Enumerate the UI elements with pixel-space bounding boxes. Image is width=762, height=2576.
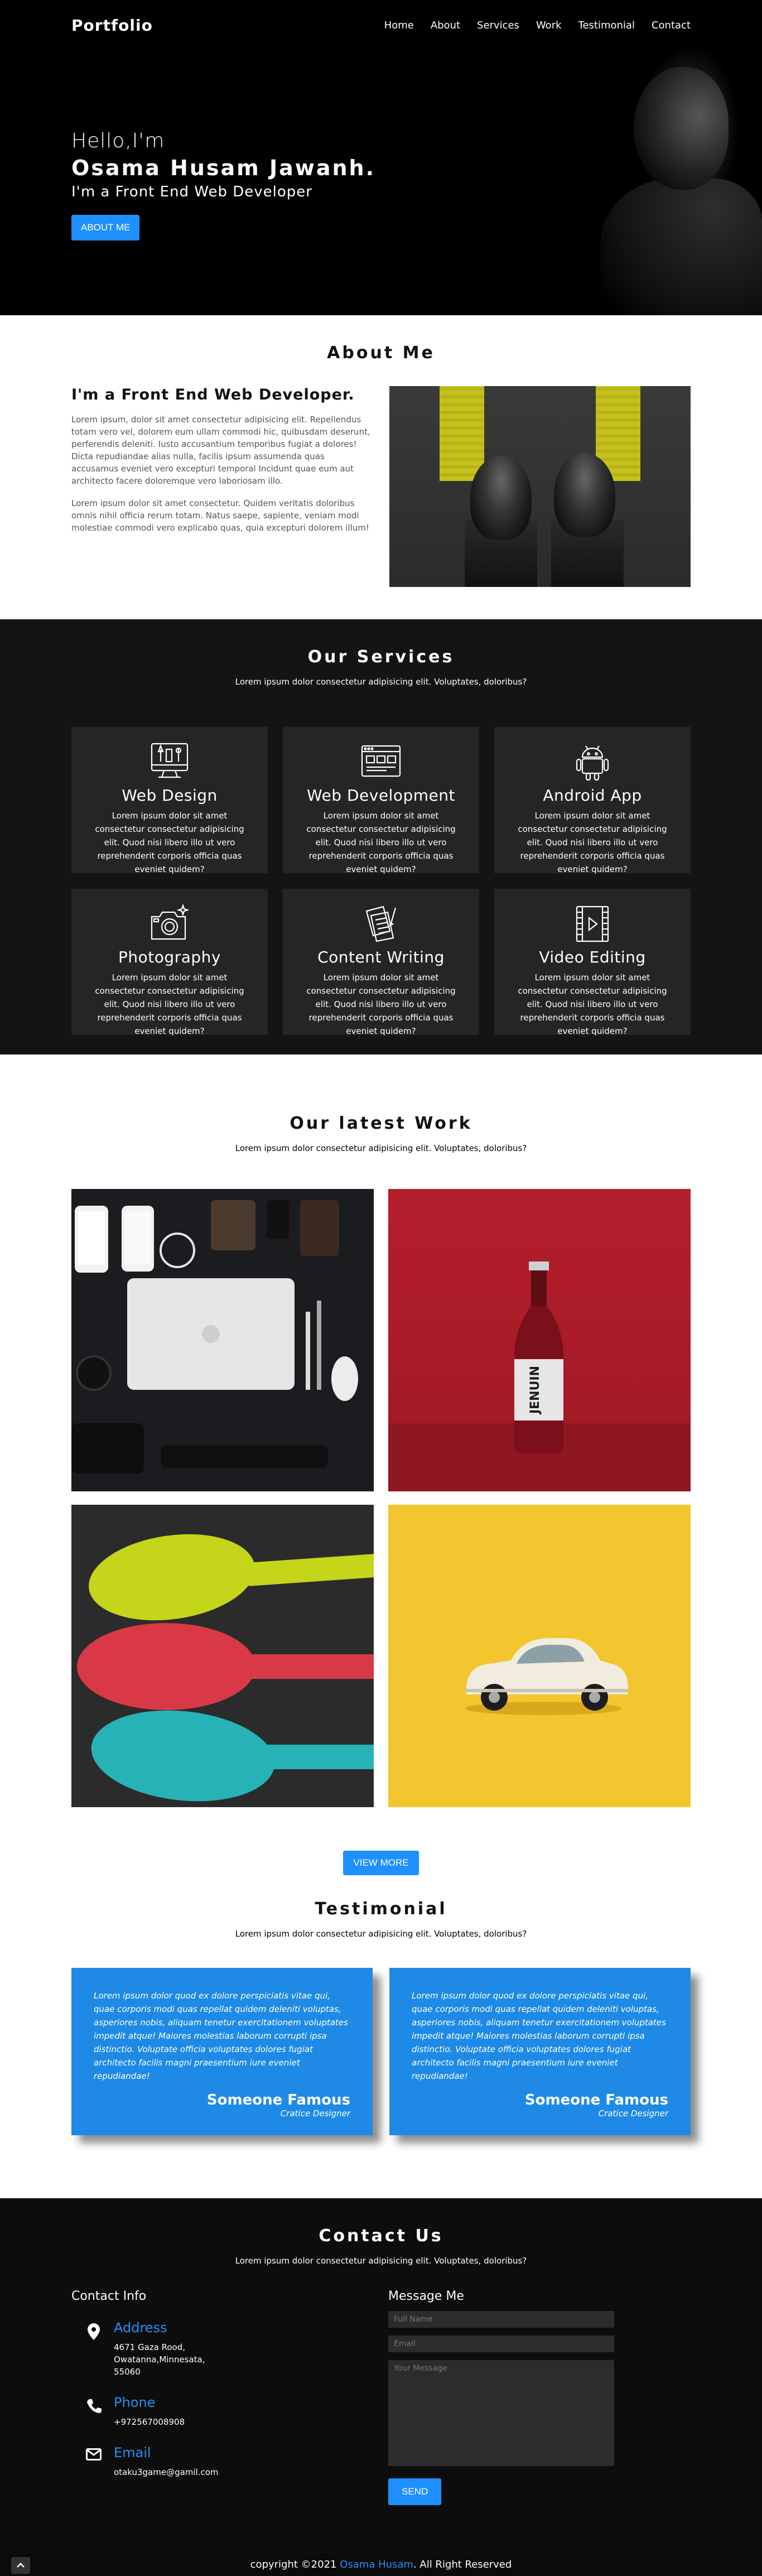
nav-link-work[interactable]: Work xyxy=(536,20,562,31)
chevron-up-icon xyxy=(17,2563,25,2568)
testimonial-card: Lorem ipsum dolor quod ex dolore perspic… xyxy=(71,1968,373,2135)
logo[interactable]: Portfolio xyxy=(71,16,153,35)
about-paragraph: Lorem ipsum dolor sit amet consectetur. … xyxy=(71,498,369,533)
nav-link-testimonial[interactable]: Testimonial xyxy=(578,20,635,31)
service-text: Lorem ipsum dolor sit amet consectetur c… xyxy=(306,972,456,1036)
contact-title: Contact Us xyxy=(319,2226,443,2246)
hero-role: I'm a Front End Web Developer xyxy=(71,184,312,200)
contact-email: Email otaku3game@gamil.com xyxy=(71,2445,374,2478)
contact-subtitle: Lorem ipsum dolor consectetur adipisicin… xyxy=(235,2256,527,2266)
contact-section: Contact Us Lorem ipsum dolor consectetur… xyxy=(0,2198,762,2554)
service-card-photography: Photography Lorem ipsum dolor sit amet c… xyxy=(71,889,268,1036)
service-title: Web Design xyxy=(122,786,218,805)
phone-icon xyxy=(83,2395,105,2417)
nav-menu: Home About Services Work Testimonial Con… xyxy=(384,20,691,31)
service-title: Android App xyxy=(543,786,642,805)
email-label: Email xyxy=(114,2445,151,2461)
phone-label: Phone xyxy=(114,2395,156,2410)
hero-name: Osama Husam Jawanh. xyxy=(71,156,376,180)
email-text: otaku3game@gamil.com xyxy=(114,2467,219,2477)
contact-info-heading: Contact Info xyxy=(71,2289,147,2303)
service-card-content-writing: Content Writing Lorem ipsum dolor sit am… xyxy=(283,889,479,1036)
work-item-toy-car[interactable] xyxy=(388,1505,691,1807)
navbar: Portfolio Home About Services Work Testi… xyxy=(0,0,762,50)
services-subtitle: Lorem ipsum dolor consectetur adipisicin… xyxy=(235,677,527,687)
web-design-icon xyxy=(151,743,189,778)
testimonial-quote: Lorem ipsum dolor quod ex dolore perspic… xyxy=(412,1991,666,2081)
message-textarea[interactable] xyxy=(388,2360,614,2466)
work-title: Our latest Work xyxy=(290,1114,472,1133)
service-title: Content Writing xyxy=(317,948,445,966)
about-me-button[interactable]: ABOUT ME xyxy=(71,215,140,240)
service-title: Photography xyxy=(118,948,221,966)
nav-link-about[interactable]: About xyxy=(431,20,460,31)
service-card-android-app: Android App Lorem ipsum dolor sit amet c… xyxy=(494,727,691,874)
web-development-icon xyxy=(361,745,401,777)
work-item-bottle[interactable]: JENUIN xyxy=(388,1189,691,1491)
envelope-icon xyxy=(83,2445,105,2467)
service-card-web-design: Web Design Lorem ipsum dolor sit amet co… xyxy=(71,727,268,874)
nav-link-contact[interactable]: Contact xyxy=(652,20,691,31)
service-card-video-editing: Video Editing Lorem ipsum dolor sit amet… xyxy=(494,889,691,1036)
phone-text: +972567008908 xyxy=(114,2417,185,2427)
testimonial-quote: Lorem ipsum dolor quod ex dolore perspic… xyxy=(94,1991,348,2081)
scroll-to-top-button[interactable] xyxy=(11,2557,30,2574)
send-button[interactable]: SEND xyxy=(388,2478,442,2505)
message-heading: Message Me xyxy=(388,2289,464,2303)
testimonial-card: Lorem ipsum dolor quod ex dolore perspic… xyxy=(389,1968,691,2135)
copyright-prefix: copyright ©2021 xyxy=(250,2559,340,2570)
testimonial-subtitle: Lorem ipsum dolor consectetur adipisicin… xyxy=(235,1929,527,1939)
footer-author-link[interactable]: Osama Husam xyxy=(340,2559,413,2570)
nav-link-services[interactable]: Services xyxy=(477,20,519,31)
testimonial-title: Testimonial xyxy=(315,1899,447,1919)
view-more-button[interactable]: VIEW MORE xyxy=(343,1851,419,1875)
full-name-input[interactable] xyxy=(388,2311,614,2328)
about-shoes-image xyxy=(389,386,691,587)
testimonial-job: Cratice Designer xyxy=(598,2108,668,2118)
content-writing-icon xyxy=(365,906,397,942)
service-title: Web Development xyxy=(307,786,455,805)
android-icon xyxy=(576,745,609,781)
copyright-suffix: . All Right Reserved xyxy=(413,2559,512,2570)
hero-section: Portfolio Home About Services Work Testi… xyxy=(0,0,762,315)
about-section: About Me I'm a Front End Web Developer. … xyxy=(0,315,762,619)
service-title: Video Editing xyxy=(539,948,646,966)
bottle-label: JENUIN xyxy=(528,1366,542,1415)
service-card-web-development: Web Development Lorem ipsum dolor sit am… xyxy=(283,727,479,874)
service-text: Lorem ipsum dolor sit amet consectetur c… xyxy=(95,811,244,874)
nav-link-home[interactable]: Home xyxy=(384,20,414,31)
service-text: Lorem ipsum dolor sit amet consectetur c… xyxy=(518,972,667,1036)
map-marker-icon xyxy=(83,2320,105,2342)
hero-greeting: Hello,I'm xyxy=(71,129,165,152)
testimonial-job: Cratice Designer xyxy=(280,2108,350,2118)
contact-phone: Phone +972567008908 xyxy=(71,2395,374,2428)
footer: copyright ©2021 Osama Husam. All Right R… xyxy=(0,2554,762,2576)
contact-address: Address 4671 Gaza Rood, Owatanna,Minnesa… xyxy=(71,2320,374,2378)
work-section: Our latest Work Lorem ipsum dolor consec… xyxy=(0,1055,762,1891)
address-text: 4671 Gaza Rood, Owatanna,Minnesata, 5506… xyxy=(114,2342,205,2377)
address-label: Address xyxy=(114,2320,167,2336)
services-section: Our Services Lorem ipsum dolor consectet… xyxy=(0,619,762,1055)
testimonial-author: Someone Famous xyxy=(524,2092,668,2108)
testimonial-section: Testimonial Lorem ipsum dolor consectetu… xyxy=(0,1891,762,2198)
about-paragraph: Lorem ipsum, dolor sit amet consectetur … xyxy=(71,415,370,486)
email-input[interactable] xyxy=(388,2336,614,2352)
work-subtitle: Lorem ipsum dolor consectetur adipisicin… xyxy=(235,1143,527,1153)
about-heading: I'm a Front End Web Developer. xyxy=(71,386,355,403)
services-title: Our Services xyxy=(307,647,455,667)
testimonial-author: Someone Famous xyxy=(206,2092,350,2108)
service-text: Lorem ipsum dolor sit amet consectetur c… xyxy=(518,811,667,874)
message-form: Message Me SEND xyxy=(388,2289,691,2505)
work-item-desk-gadgets[interactable] xyxy=(71,1189,374,1491)
contact-info: Contact Info Address 4671 Gaza Rood, Owa… xyxy=(71,2289,374,2505)
service-text: Lorem ipsum dolor sit amet consectetur c… xyxy=(306,811,456,874)
video-editing-icon xyxy=(576,906,609,942)
service-text: Lorem ipsum dolor sit amet consectetur c… xyxy=(95,972,244,1036)
camera-icon xyxy=(151,903,190,940)
about-title: About Me xyxy=(327,343,435,363)
hero-intro: Hello,I'm Osama Husam Jawanh. I'm a Fron… xyxy=(71,129,375,240)
work-item-spoons[interactable] xyxy=(71,1505,374,1807)
